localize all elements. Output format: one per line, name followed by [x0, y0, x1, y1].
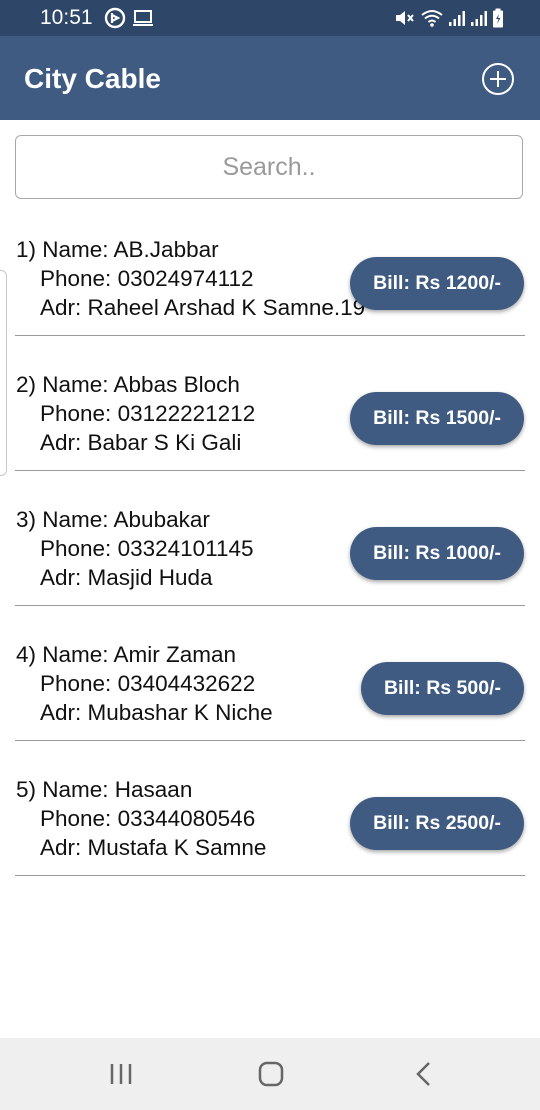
- status-right-icons: [394, 7, 504, 29]
- customer-phone: Phone: 03324101145: [40, 536, 254, 561]
- customer-name: 3) Name: Abubakar: [16, 507, 210, 532]
- customer-info: 4) Name: Amir Zaman Phone: 03404432622 A…: [16, 640, 273, 727]
- list-item[interactable]: 5) Name: Hasaan Phone: 03344080546 Adr: …: [0, 741, 540, 876]
- bill-button[interactable]: Bill: Rs 1500/-: [350, 392, 524, 445]
- back-icon: [416, 1062, 430, 1086]
- recents-button[interactable]: [101, 1058, 141, 1090]
- signal-icon: [471, 11, 487, 26]
- customer-phone: Phone: 03122221212: [40, 401, 256, 426]
- list-item[interactable]: 4) Name: Amir Zaman Phone: 03404432622 A…: [0, 606, 540, 741]
- recents-icon: [110, 1064, 132, 1084]
- list-item[interactable]: 3) Name: Abubakar Phone: 03324101145 Adr…: [0, 471, 540, 606]
- bixby-icon: [104, 7, 126, 29]
- system-nav-bar: [0, 1038, 540, 1110]
- search-box[interactable]: [15, 135, 523, 199]
- customer-info: 3) Name: Abubakar Phone: 03324101145 Adr…: [16, 505, 254, 592]
- signal-icon: [449, 11, 465, 26]
- home-button[interactable]: [251, 1058, 291, 1090]
- customer-name: 5) Name: Hasaan: [16, 777, 193, 802]
- customer-name: 1) Name: AB.Jabbar: [16, 237, 219, 262]
- customer-name: 2) Name: Abbas Bloch: [16, 372, 240, 397]
- add-customer-button[interactable]: [481, 62, 515, 96]
- customer-name: 4) Name: Amir Zaman: [16, 642, 237, 667]
- bill-button[interactable]: Bill: Rs 500/-: [360, 662, 524, 715]
- home-icon: [258, 1061, 284, 1087]
- app-title: City Cable: [24, 63, 161, 94]
- customer-info: 5) Name: Hasaan Phone: 03344080546 Adr: …: [16, 775, 266, 862]
- list-item[interactable]: 1) Name: AB.Jabbar Phone: 03024974112 Ad…: [0, 201, 540, 336]
- back-button[interactable]: [403, 1058, 443, 1090]
- customer-info: 2) Name: Abbas Bloch Phone: 03122221212 …: [16, 370, 255, 457]
- app-bar: City Cable: [0, 36, 540, 120]
- customer-address: Adr: Raheel Arshad K Samne.19: [40, 295, 366, 320]
- cast-icon: [133, 10, 153, 26]
- customer-phone: Phone: 03404432622: [40, 671, 256, 696]
- bill-button[interactable]: Bill: Rs 1000/-: [350, 527, 524, 580]
- customer-address: Adr: Mustafa K Samne: [40, 835, 267, 860]
- divider: [15, 874, 525, 876]
- customer-address: Adr: Mubashar K Niche: [40, 700, 273, 725]
- customer-address: Adr: Masjid Huda: [40, 565, 213, 590]
- status-time: 10:51: [40, 6, 93, 29]
- customer-phone: Phone: 03024974112: [40, 266, 254, 291]
- plus-circle-icon: [482, 63, 514, 95]
- mute-icon: [396, 11, 414, 25]
- status-bar: 10:51: [0, 0, 540, 36]
- customer-address: Adr: Babar S Ki Gali: [40, 430, 242, 455]
- status-left-icons: [104, 7, 154, 29]
- wifi-icon: [421, 10, 443, 27]
- list-item[interactable]: 2) Name: Abbas Bloch Phone: 03122221212 …: [0, 336, 540, 471]
- battery-icon: [493, 8, 503, 28]
- bill-button[interactable]: Bill: Rs 2500/-: [350, 797, 524, 850]
- search-input[interactable]: [39, 151, 499, 183]
- customer-info: 1) Name: AB.Jabbar Phone: 03024974112 Ad…: [16, 235, 365, 322]
- bill-button[interactable]: Bill: Rs 1200/-: [350, 257, 524, 310]
- customer-list: 1) Name: AB.Jabbar Phone: 03024974112 Ad…: [0, 201, 540, 876]
- customer-phone: Phone: 03344080546: [40, 806, 256, 831]
